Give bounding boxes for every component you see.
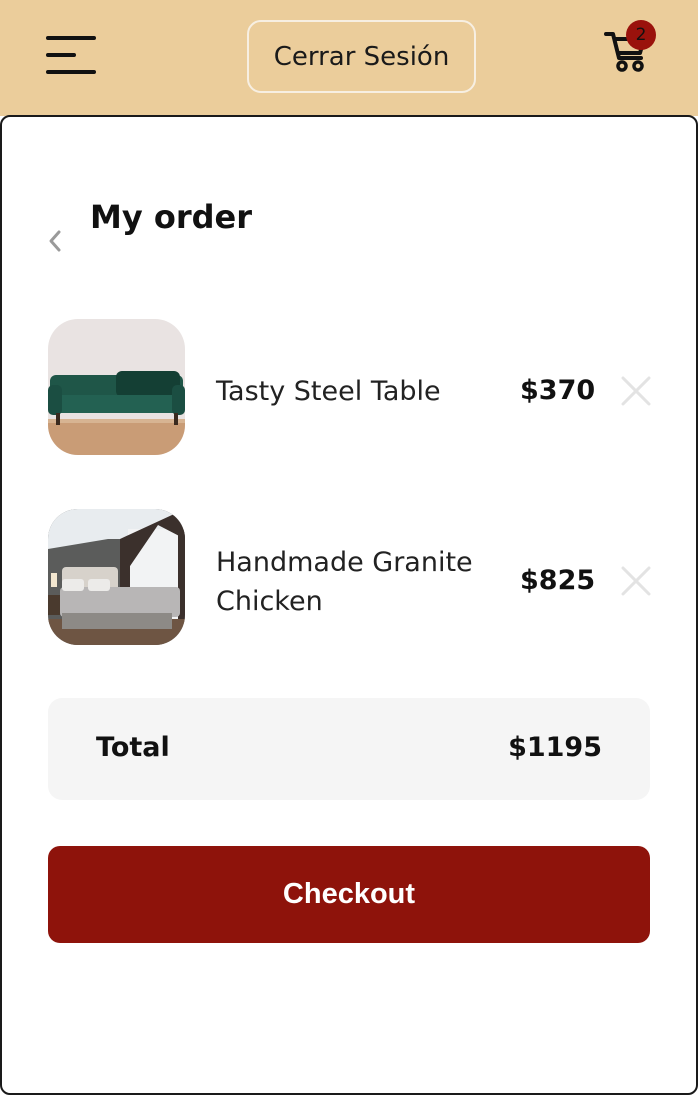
item-name: Handmade Granite Chicken [216,547,473,617]
cart-button[interactable]: 2 [600,20,660,80]
total-summary: Total $1195 [48,698,650,800]
cart-count-badge: 2 [626,20,656,50]
chevron-left-icon[interactable] [44,226,66,256]
total-label: Total [96,732,170,763]
item-price: $825 [520,565,596,596]
logout-button[interactable]: Cerrar Sesión [247,20,476,93]
close-icon[interactable] [618,563,654,599]
hamburger-menu-icon[interactable] [44,34,98,78]
item-price: $370 [520,375,596,406]
close-icon[interactable] [618,373,654,409]
product-image [48,319,185,455]
page-title: My order [90,198,252,236]
top-bar: Cerrar Sesión 2 [0,0,698,116]
checkout-button[interactable]: Checkout [48,846,650,943]
list-item: Tasty Steel Table $370 [48,319,658,457]
item-name: Tasty Steel Table [216,376,441,407]
total-value: $1195 [508,732,602,763]
list-item: Handmade Granite Chicken $825 [48,509,658,647]
product-image [48,509,185,645]
